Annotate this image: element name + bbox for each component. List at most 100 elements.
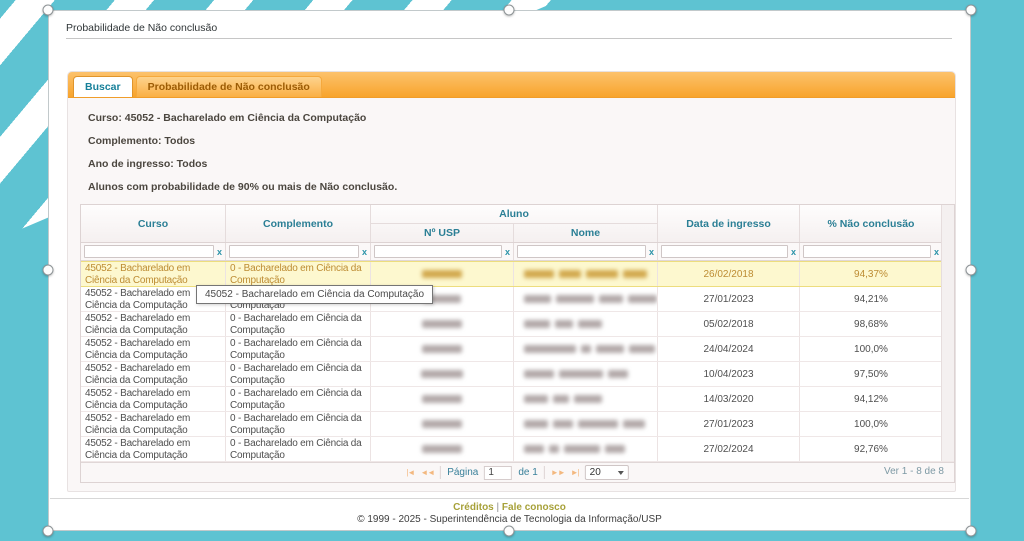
filter-clear-button[interactable]: x bbox=[217, 247, 222, 257]
table-row[interactable]: 45052 - Bacharelado em Ciência da Comput… bbox=[81, 337, 954, 362]
column-header-nusp[interactable]: Nº USP bbox=[371, 224, 514, 242]
title-divider bbox=[66, 38, 952, 39]
cell-pct-nao-conclusao: 94,12% bbox=[800, 387, 943, 411]
filter-clear-button[interactable]: x bbox=[362, 247, 367, 257]
redacted-text-block bbox=[422, 270, 462, 278]
cell-complemento: 0 - Bacharelado em Ciência da Computação bbox=[226, 337, 371, 361]
grid-scrollbar-track bbox=[941, 205, 954, 461]
course-tooltip: 45052 - Bacharelado em Ciência da Comput… bbox=[196, 285, 433, 304]
redacted-text-block bbox=[422, 320, 462, 328]
redacted-text-block bbox=[549, 445, 559, 453]
cell-pct-nao-conclusao: 97,50% bbox=[800, 362, 943, 386]
filter-cell: x bbox=[371, 243, 514, 260]
pager-pagina-label: Página bbox=[447, 467, 478, 478]
summary-block: Curso: 45052 - Bacharelado em Ciência da… bbox=[88, 112, 955, 204]
cell-curso: 45052 - Bacharelado em Ciência da Comput… bbox=[81, 437, 226, 461]
tab-bar: Buscar Probabilidade de Não conclusão bbox=[68, 72, 955, 98]
table-row[interactable]: 45052 - Bacharelado em Ciência da Comput… bbox=[81, 362, 954, 387]
table-row[interactable]: 45052 - Bacharelado em Ciência da Comput… bbox=[81, 412, 954, 437]
selection-handle-top-left[interactable] bbox=[43, 5, 54, 16]
column-group-aluno: Aluno Nº USP Nome bbox=[371, 205, 658, 242]
pager-next-icon[interactable]: ►► bbox=[551, 468, 565, 477]
cell-pct-nao-conclusao: 94,37% bbox=[800, 262, 943, 286]
tab-buscar[interactable]: Buscar bbox=[73, 76, 133, 97]
selection-handle-middle-left[interactable] bbox=[43, 265, 54, 276]
cell-complemento: 0 - Bacharelado em Ciência da Computação bbox=[226, 437, 371, 461]
cell-complemento: 0 - Bacharelado em Ciência da Computação bbox=[226, 312, 371, 336]
cell-nome-redacted bbox=[514, 437, 658, 461]
filter-input[interactable] bbox=[84, 245, 214, 258]
summary-curso: Curso: 45052 - Bacharelado em Ciência da… bbox=[88, 112, 955, 135]
redacted-text-block bbox=[559, 270, 581, 278]
pager-controls: |◄ ◄◄ Página de 1 ►► ►| 20 bbox=[406, 463, 628, 482]
page-size-select[interactable]: 20 bbox=[585, 465, 629, 480]
cell-complemento: 0 - Bacharelado em Ciência da Computação bbox=[226, 262, 371, 286]
filter-cell: x bbox=[226, 243, 371, 260]
pager-page-input[interactable] bbox=[484, 466, 512, 480]
redacted-text-block bbox=[524, 395, 548, 403]
cell-complemento: 0 - Bacharelado em Ciência da Computação bbox=[226, 362, 371, 386]
pager-prev-icon[interactable]: ◄◄ bbox=[420, 468, 434, 477]
redacted-text-block bbox=[623, 270, 647, 278]
fale-conosco-link[interactable]: Fale conosco bbox=[502, 502, 566, 513]
cell-nusp-redacted bbox=[371, 412, 514, 436]
pager-of-label: de 1 bbox=[518, 467, 537, 478]
footer-links-separator: | bbox=[497, 502, 500, 513]
redacted-text-block bbox=[524, 420, 548, 428]
filter-input[interactable] bbox=[517, 245, 646, 258]
redacted-text-block bbox=[556, 295, 594, 303]
selection-handle-bottom-right[interactable] bbox=[966, 526, 977, 537]
filter-clear-button[interactable]: x bbox=[934, 247, 939, 257]
column-header-nome[interactable]: Nome bbox=[514, 224, 658, 242]
cell-curso: 45052 - Bacharelado em Ciência da Comput… bbox=[81, 387, 226, 411]
redacted-text-block bbox=[553, 420, 573, 428]
cell-nusp-redacted bbox=[371, 387, 514, 411]
filter-clear-button[interactable]: x bbox=[649, 247, 654, 257]
pager-separator bbox=[440, 466, 441, 479]
pager-last-icon[interactable]: ►| bbox=[571, 468, 579, 477]
filter-clear-button[interactable]: x bbox=[505, 247, 510, 257]
cell-data-ingresso: 05/02/2018 bbox=[658, 312, 800, 336]
filter-input[interactable] bbox=[661, 245, 788, 258]
cell-complemento: 0 - Bacharelado em Ciência da Computação bbox=[226, 412, 371, 436]
filter-input[interactable] bbox=[229, 245, 359, 258]
redacted-text-block bbox=[524, 345, 576, 353]
cell-nusp-redacted bbox=[371, 262, 514, 286]
column-header-data-ingresso[interactable]: Data de ingresso bbox=[658, 205, 800, 242]
redacted-text-block bbox=[586, 270, 618, 278]
column-header-complemento[interactable]: Complemento bbox=[226, 205, 371, 242]
selection-handle-middle-right[interactable] bbox=[966, 265, 977, 276]
redacted-text-block bbox=[559, 370, 603, 378]
creditos-link[interactable]: Créditos bbox=[453, 502, 494, 513]
column-header-pct-nao-conclusao[interactable]: % Não conclusão bbox=[800, 205, 943, 242]
table-row[interactable]: 45052 - Bacharelado em Ciência da Comput… bbox=[81, 437, 954, 462]
column-header-curso[interactable]: Curso bbox=[81, 205, 226, 242]
cell-complemento: 0 - Bacharelado em Ciência da Computação bbox=[226, 387, 371, 411]
cell-pct-nao-conclusao: 98,68% bbox=[800, 312, 943, 336]
selection-handle-top-right[interactable] bbox=[966, 5, 977, 16]
cell-nome-redacted bbox=[514, 412, 658, 436]
pager-first-icon[interactable]: |◄ bbox=[406, 468, 414, 477]
selection-handle-bottom-left[interactable] bbox=[43, 526, 54, 537]
table-row[interactable]: 45052 - Bacharelado em Ciência da Comput… bbox=[81, 261, 954, 287]
filter-clear-button[interactable]: x bbox=[791, 247, 796, 257]
results-grid: Curso Complemento Aluno Nº USP Nome Data… bbox=[80, 204, 955, 483]
filter-cell: x bbox=[81, 243, 226, 260]
redacted-text-block bbox=[623, 420, 645, 428]
cell-data-ingresso: 14/03/2020 bbox=[658, 387, 800, 411]
cell-pct-nao-conclusao: 100,0% bbox=[800, 412, 943, 436]
selection-handle-top-center[interactable] bbox=[504, 5, 515, 16]
selection-handle-bottom-center[interactable] bbox=[504, 526, 515, 537]
column-group-aluno-label: Aluno bbox=[371, 205, 658, 224]
tab-probabilidade-nao-conclusao[interactable]: Probabilidade de Não conclusão bbox=[136, 76, 322, 97]
cell-curso: 45052 - Bacharelado em Ciência da Comput… bbox=[81, 312, 226, 336]
redacted-text-block bbox=[524, 295, 551, 303]
redacted-text-block bbox=[422, 445, 462, 453]
table-row[interactable]: 45052 - Bacharelado em Ciência da Comput… bbox=[81, 387, 954, 412]
filter-input[interactable] bbox=[374, 245, 502, 258]
cell-curso: 45052 - Bacharelado em Ciência da Comput… bbox=[81, 262, 226, 286]
filter-input[interactable] bbox=[803, 245, 931, 258]
summary-complemento: Complemento: Todos bbox=[88, 135, 955, 158]
table-row[interactable]: 45052 - Bacharelado em Ciência da Comput… bbox=[81, 312, 954, 337]
redacted-text-block bbox=[599, 295, 624, 303]
